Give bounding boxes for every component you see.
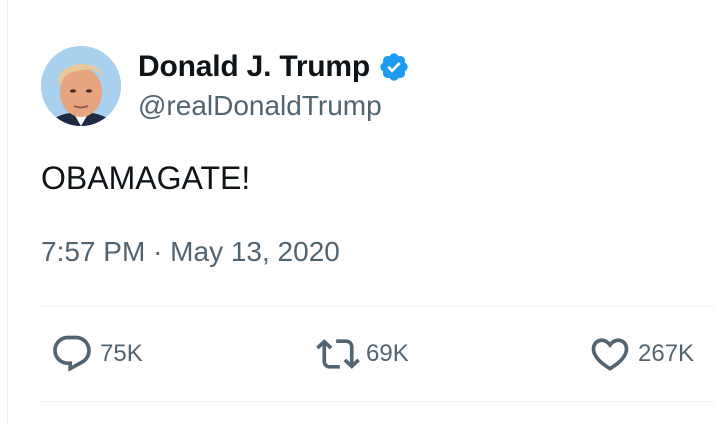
tweet-timestamp[interactable]: 7:57 PM · May 13, 2020 [41,236,340,268]
reply-count: 75K [100,340,143,367]
avatar-image [41,46,121,126]
heart-outline-icon [588,332,632,376]
like-count: 267K [638,340,695,367]
retweet-arrows-icon [316,332,360,376]
tweet-time: 7:57 PM [41,236,146,267]
divider [41,401,714,402]
verified-badge-icon[interactable] [378,51,410,83]
meta-separator: · [153,236,163,267]
reply-button[interactable]: 75K [50,334,143,374]
speech-bubble-icon [50,332,94,376]
author-handle[interactable]: @realDonaldTrump [138,90,382,122]
tweet-text: OBAMAGATE! [41,160,251,196]
display-name[interactable]: Donald J. Trump [138,50,370,84]
author-row: Donald J. Trump [138,50,410,84]
avatar[interactable] [41,46,121,126]
retweet-button[interactable]: 69K [316,334,409,374]
retweet-count: 69K [366,340,409,367]
tweet-card: Donald J. Trump @realDonaldTrump OBAMAGA… [0,0,714,424]
like-button[interactable]: 267K [588,334,694,374]
divider [41,306,714,307]
tweet-date: May 13, 2020 [170,236,340,267]
